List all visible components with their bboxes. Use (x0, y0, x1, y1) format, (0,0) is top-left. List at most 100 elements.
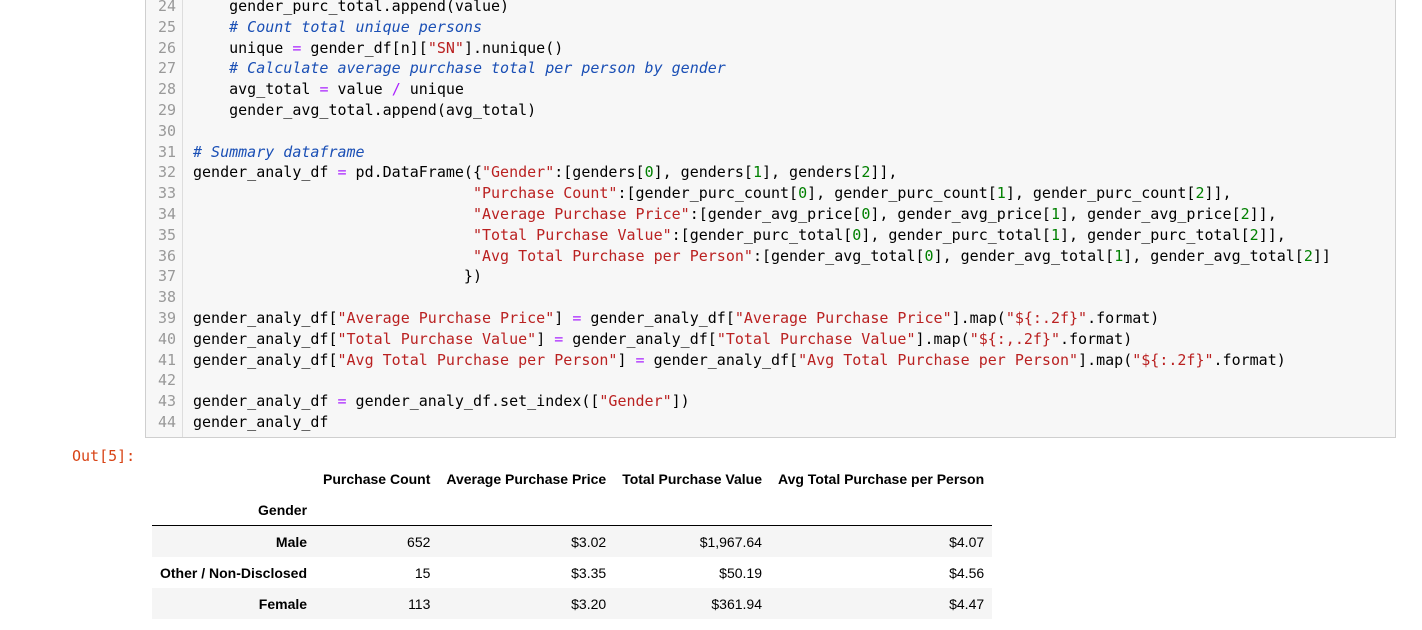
code-token: gender_analy_df[ (193, 309, 338, 327)
code-token: ], gender_avg_total[ (1123, 246, 1304, 265)
code-token: ] (536, 329, 555, 348)
code-text[interactable]: gender_analy_df = gender_analy_df.set_in… (193, 391, 690, 412)
code-token: 2 (1195, 184, 1205, 203)
code-text[interactable]: gender_analy_df (193, 412, 328, 433)
code-token: gender_analy_df (193, 392, 338, 411)
code-token: "Total Purchase Value" (337, 329, 537, 348)
code-token: 2 (861, 163, 871, 182)
code-token: ].map( (951, 309, 1006, 327)
code-token: 0 (798, 184, 808, 203)
table-cell: $3.20 (571, 595, 607, 612)
code-token: gender_purc_total.append(value) (193, 0, 510, 15)
code-text[interactable]: "Purchase Count":[gender_purc_count[0], … (193, 183, 1232, 204)
code-text[interactable]: "Average Purchase Price":[gender_avg_pri… (193, 204, 1277, 225)
code-token: .format) (1213, 350, 1286, 369)
row-index: Female (258, 595, 308, 612)
code-token: pd.DataFrame({ (346, 163, 482, 182)
table-cell: $4.56 (949, 564, 985, 581)
code-token: 2 (1240, 205, 1250, 223)
code-token: ], gender_purc_total[ (1060, 225, 1250, 244)
code-token: ], gender_purc_count[ (807, 184, 997, 203)
code-token: unique (400, 80, 464, 99)
code-token: "Gender" (482, 163, 555, 182)
table-cell: $4.07 (949, 533, 985, 550)
dataframe-output-table: Purchase Count Average Purchase Price To… (152, 463, 993, 619)
code-text[interactable]: "Total Purchase Value":[gender_purc_tota… (193, 225, 1286, 246)
code-token: = (337, 392, 347, 411)
code-token: ], genders[ (761, 163, 862, 182)
line-number: 30 (157, 121, 176, 140)
code-token: 0 (924, 246, 934, 265)
code-token: :[genders[ (554, 163, 645, 182)
code-token: ].map( (915, 329, 970, 348)
code-token: 2 (1249, 225, 1259, 244)
line-number: 39 (157, 309, 176, 327)
index-name-header: Gender (152, 494, 316, 526)
line-number: 42 (157, 371, 176, 390)
code-text[interactable]: gender_purc_total.append(value) (193, 0, 509, 17)
code-token: = (572, 309, 582, 327)
code-text[interactable]: }) (193, 266, 482, 287)
code-token: gender_avg_total.append(avg_total) (193, 101, 537, 119)
code-token: ]], (1249, 205, 1277, 223)
table-row: Male 652 $3.02 $1,967.64 $4.07 (152, 525, 993, 557)
code-token: "Average Purchase Price" (734, 309, 952, 327)
code-token: 1 (1114, 246, 1124, 265)
code-text[interactable]: gender_analy_df[ "Average Purchase Price"… (193, 308, 1159, 329)
code-token: ]) (671, 392, 690, 411)
code-text[interactable]: "Avg Total Purchase per Person":[gender_… (193, 246, 1331, 267)
column-header: Avg Total Purchase per Person (777, 470, 985, 487)
index-corner-cell (152, 463, 315, 494)
code-token: # Summary dataframe (193, 142, 365, 161)
line-number: 41 (157, 350, 176, 369)
line-number: 28 (157, 80, 176, 99)
code-token: :[gender_purc_count[ (617, 184, 799, 203)
code-token: 1 (1050, 205, 1060, 223)
code-token: gender_analy_df.set_index([ (346, 392, 600, 411)
code-token: ], gender_avg_total[ (933, 246, 1115, 265)
code-text[interactable]: # Calculate average purchase total per p… (193, 58, 726, 79)
code-text[interactable]: unique = gender_df[n]["SN"].nunique() (193, 38, 563, 59)
table-row: Other / Non-Disclosed 15 $3.35 $50.19 $4… (152, 557, 992, 588)
code-token: ], gender_purc_count[ (1005, 184, 1196, 203)
table-row: Female 113 $3.20 $361.94 $4.47 (152, 588, 993, 619)
code-token: gender_analy_df[ (644, 350, 799, 369)
code-token: "Avg Total Purchase per Person" (337, 350, 618, 369)
code-text[interactable]: gender_avg_total.append(avg_total) (193, 100, 536, 121)
code-text[interactable]: gender_analy_df = pd.DataFrame({"Gender"… (193, 162, 897, 183)
code-token: # Calculate average purchase total per p… (229, 59, 726, 78)
code-token: ].map( (1078, 350, 1133, 369)
line-number: 29 (157, 101, 176, 119)
code-token: ] (617, 350, 636, 369)
code-text[interactable]: gender_analy_df["Total Purchase Value"] … (193, 329, 1132, 350)
code-token: "${:,.2f}" (969, 329, 1060, 348)
code-text[interactable]: avg_total = value / unique (193, 79, 464, 100)
code-token: value (328, 80, 392, 99)
code-cell-input[interactable]: 24 gender_purc_total.append(value) 25 # C… (145, 0, 1396, 438)
line-number: 27 (157, 59, 176, 78)
code-token: = (554, 329, 564, 348)
code-text[interactable]: gender_analy_df[ "Avg Total Purchase per … (193, 350, 1286, 371)
code-token: avg_total (193, 80, 320, 99)
code-token: "Gender" (599, 392, 672, 411)
code-text[interactable]: # Count total unique persons (193, 17, 482, 38)
code-token: unique (193, 38, 293, 57)
code-token: ] (554, 309, 573, 327)
table-header-row: Purchase Count Average Purchase Price To… (152, 463, 992, 494)
code-token: "SN" (427, 38, 464, 57)
code-token: ].nunique() (463, 38, 564, 57)
code-text[interactable]: # Summary dataframe (193, 142, 365, 163)
line-number: 44 (157, 413, 176, 431)
table-cell: $361.94 (711, 595, 762, 612)
code-token: :[gender_avg_price[ (689, 205, 862, 223)
code-token: # Count total unique persons (229, 17, 482, 36)
line-number: 34 (157, 205, 176, 223)
code-token: gender_analy_df (193, 413, 329, 431)
column-header: Purchase Count (323, 470, 431, 487)
code-token: 1 (1050, 225, 1060, 244)
code-token: = (337, 163, 347, 182)
